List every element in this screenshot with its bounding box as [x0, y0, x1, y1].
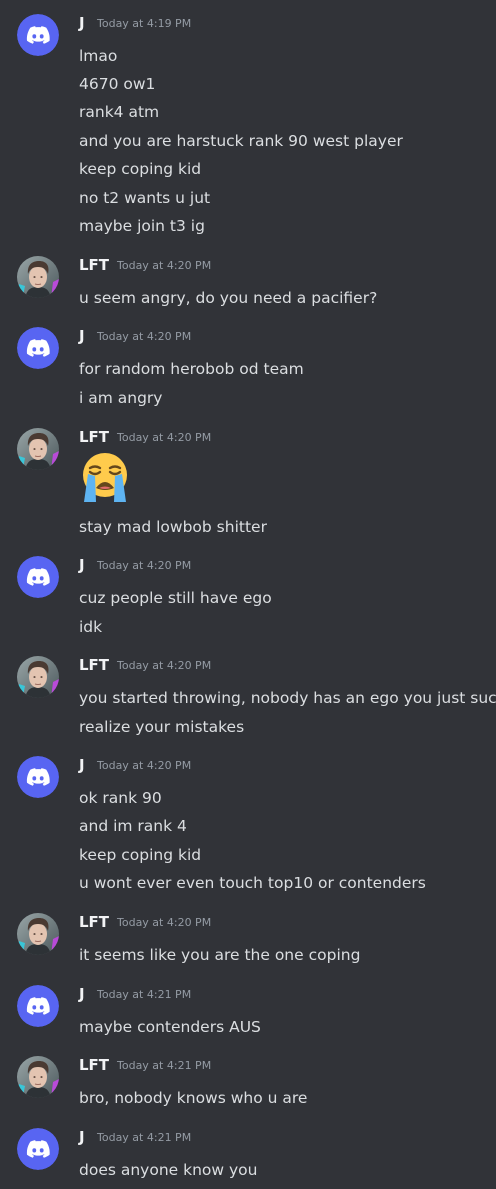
user-photo-avatar[interactable]: [17, 256, 59, 298]
author-name[interactable]: J: [79, 556, 85, 574]
message-timestamp: Today at 4:20 PM: [97, 559, 192, 572]
discord-logo-avatar[interactable]: [17, 327, 59, 369]
user-photo-avatar[interactable]: [17, 428, 59, 470]
message-text: maybe join t3 ig: [79, 217, 205, 235]
discord-logo-avatar[interactable]: [17, 556, 59, 598]
discord-logo-avatar[interactable]: [17, 756, 59, 798]
message-text: for random herobob od team: [79, 360, 304, 378]
user-photo-avatar[interactable]: [17, 656, 59, 698]
message-text: rank4 atm: [79, 103, 160, 121]
author-name[interactable]: LFT: [79, 913, 109, 931]
author-name[interactable]: J: [79, 14, 85, 32]
message-text: maybe contenders AUS: [79, 1018, 261, 1036]
user-photo-avatar[interactable]: [17, 913, 59, 955]
message-text: it seems like you are the one coping: [79, 946, 361, 964]
message-timestamp: Today at 4:21 PM: [117, 1059, 212, 1072]
author-name[interactable]: LFT: [79, 256, 109, 274]
author-name[interactable]: LFT: [79, 428, 109, 446]
message-text: and im rank 4: [79, 817, 187, 835]
author-name[interactable]: J: [79, 756, 85, 774]
user-photo-avatar[interactable]: [17, 1056, 59, 1098]
author-name[interactable]: J: [79, 327, 85, 345]
message-text: cuz people still have ego: [79, 589, 272, 607]
message-text: u wont ever even touch top10 or contende…: [79, 874, 426, 892]
message-text: bro, nobody knows who u are: [79, 1089, 308, 1107]
author-name[interactable]: J: [79, 1128, 85, 1146]
message-text: realize your mistakes: [79, 718, 245, 736]
message-text: and you are harstuck rank 90 west player: [79, 132, 403, 150]
message-text: does anyone know you: [79, 1161, 258, 1179]
message-text: keep coping kid: [79, 846, 202, 864]
message-text: you started throwing, nobody has an ego …: [79, 689, 496, 707]
discord-logo-avatar[interactable]: [17, 14, 59, 56]
message-timestamp: Today at 4:21 PM: [97, 1131, 192, 1144]
discord-logo-avatar[interactable]: [17, 1128, 59, 1170]
message-timestamp: Today at 4:20 PM: [117, 431, 212, 444]
message-text: 4670 ow1: [79, 75, 156, 93]
author-name[interactable]: LFT: [79, 1056, 109, 1074]
discord-logo-avatar[interactable]: [17, 985, 59, 1027]
loudly-crying-face-emoji: [77, 448, 133, 504]
message-timestamp: Today at 4:20 PM: [97, 759, 192, 772]
message-timestamp: Today at 4:20 PM: [117, 659, 212, 672]
message-timestamp: Today at 4:20 PM: [117, 916, 212, 929]
message-text: lmao: [79, 47, 118, 65]
message-timestamp: Today at 4:20 PM: [97, 330, 192, 343]
message-text: i am angry: [79, 389, 163, 407]
message-text: ok rank 90: [79, 789, 162, 807]
message-timestamp: Today at 4:21 PM: [97, 988, 192, 1001]
message-timestamp: Today at 4:20 PM: [117, 259, 212, 272]
message-text: no t2 wants u jut: [79, 189, 211, 207]
message-timestamp: Today at 4:19 PM: [97, 17, 192, 30]
author-name[interactable]: LFT: [79, 656, 109, 674]
message-text: idk: [79, 618, 103, 636]
author-name[interactable]: J: [79, 985, 85, 1003]
message-text: stay mad lowbob shitter: [79, 518, 267, 536]
message-text: keep coping kid: [79, 160, 202, 178]
message-text: u seem angry, do you need a pacifier?: [79, 289, 378, 307]
